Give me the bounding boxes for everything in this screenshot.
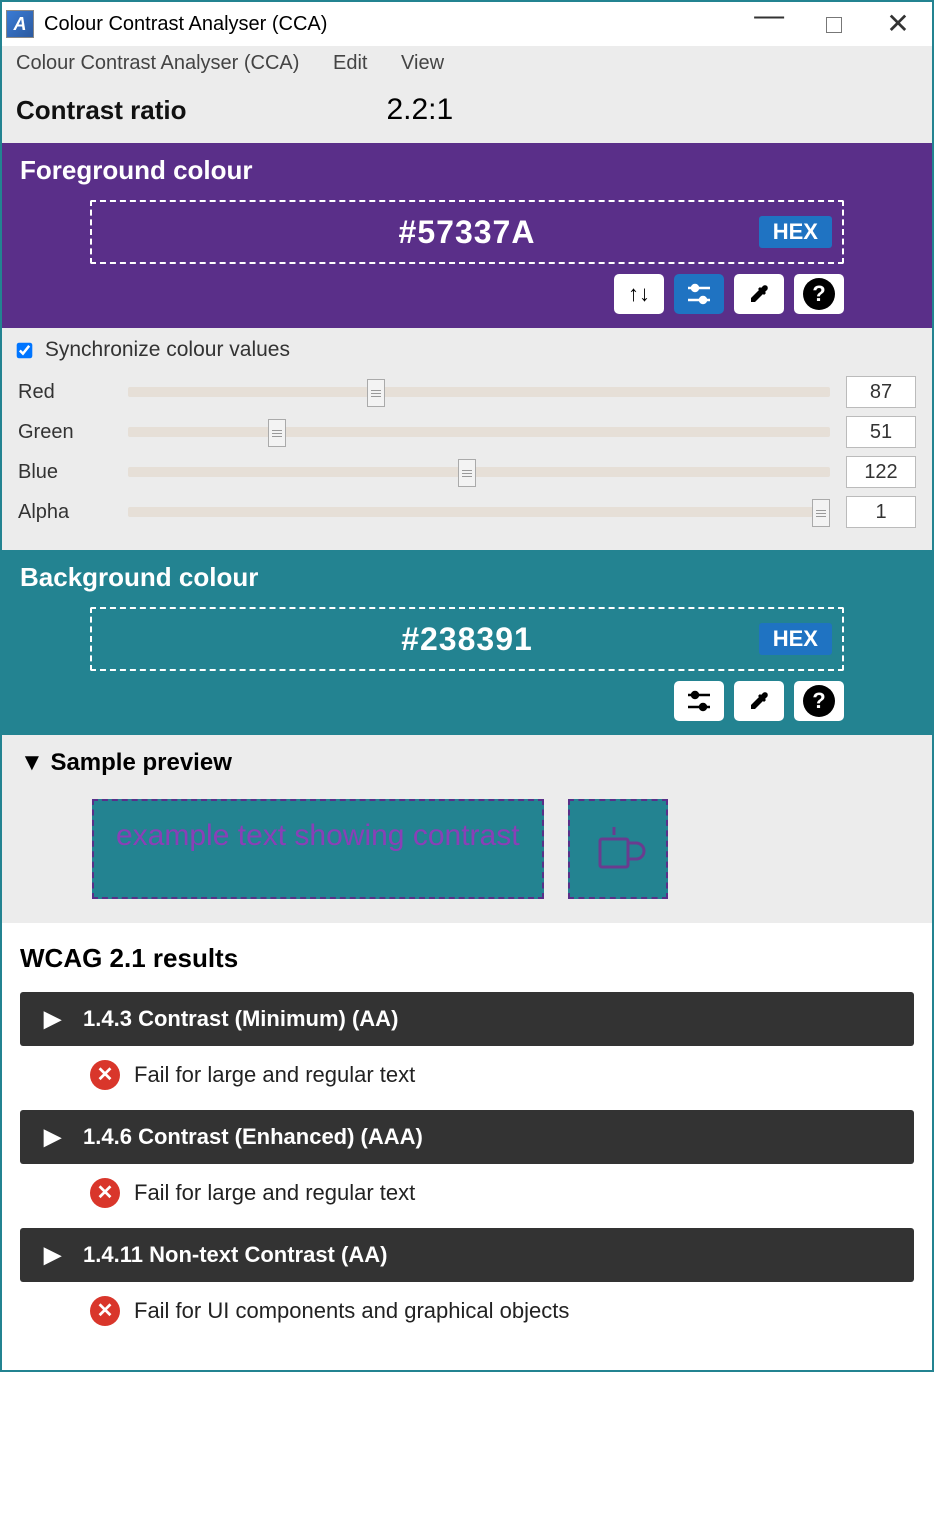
sliders-panel: Synchronize colour values Red 87 Green 5…: [2, 328, 932, 550]
preview-heading-text: Sample preview: [50, 749, 231, 776]
preview-section: ▼ Sample preview example text showing co…: [2, 735, 932, 923]
menu-view[interactable]: View: [401, 52, 444, 74]
background-format-toggle[interactable]: HEX: [759, 623, 832, 655]
result-header-1-4-11[interactable]: ▶ 1.4.11 Non-text Contrast (AA): [20, 1228, 914, 1282]
slider-label-red: Red: [18, 381, 128, 404]
fail-icon: ✕: [90, 1296, 120, 1326]
maximize-button[interactable]: [804, 16, 864, 39]
slider-alpha[interactable]: [128, 507, 830, 517]
window-controls: — ✕: [739, 7, 928, 41]
preview-toggle-icon: ▼: [20, 749, 44, 776]
help-icon: ?: [803, 278, 835, 310]
menubar: Colour Contrast Analyser (CCA) Edit View: [2, 46, 932, 81]
foreground-eyedropper-button[interactable]: [734, 274, 784, 314]
result-detail-text: Fail for large and regular text: [134, 1180, 415, 1206]
app-icon: A: [6, 10, 34, 38]
slider-value-green[interactable]: 51: [846, 416, 916, 448]
background-color-input[interactable]: #238391 HEX: [90, 607, 844, 671]
contrast-ratio-value: 2.2:1: [386, 93, 453, 127]
eyedropper-icon: [747, 689, 771, 713]
result-title: 1.4.6 Contrast (Enhanced) (AAA): [83, 1124, 423, 1149]
foreground-sliders-button[interactable]: [674, 274, 724, 314]
sliders-icon: [686, 283, 712, 305]
expand-icon: ▶: [44, 1006, 61, 1032]
results-section: WCAG 2.1 results ▶ 1.4.3 Contrast (Minim…: [2, 923, 932, 1370]
slider-red[interactable]: [128, 387, 830, 397]
result-title: 1.4.3 Contrast (Minimum) (AA): [83, 1006, 398, 1031]
menu-edit[interactable]: Edit: [333, 52, 367, 74]
foreground-format-toggle[interactable]: HEX: [759, 216, 832, 248]
result-header-1-4-6[interactable]: ▶ 1.4.6 Contrast (Enhanced) (AAA): [20, 1110, 914, 1164]
foreground-buttons: ↑↓ ?: [20, 274, 914, 314]
sliders-icon: [686, 690, 712, 712]
slider-label-green: Green: [18, 421, 128, 444]
sync-label: Synchronize colour values: [45, 338, 290, 361]
slider-blue[interactable]: [128, 467, 830, 477]
result-detail-1-4-11: ✕ Fail for UI components and graphical o…: [20, 1282, 914, 1340]
slider-row-alpha: Alpha 1: [18, 492, 916, 532]
swap-button[interactable]: ↑↓: [614, 274, 664, 314]
background-sliders-button[interactable]: [674, 681, 724, 721]
foreground-heading: Foreground colour: [20, 155, 914, 186]
background-eyedropper-button[interactable]: [734, 681, 784, 721]
result-detail-text: Fail for UI components and graphical obj…: [134, 1298, 569, 1324]
preview-icon-sample: [568, 799, 668, 899]
contrast-ratio-bar: Contrast ratio 2.2:1: [2, 81, 932, 143]
results-heading: WCAG 2.1 results: [20, 943, 914, 974]
fail-icon: ✕: [90, 1060, 120, 1090]
titlebar: A Colour Contrast Analyser (CCA) — ✕: [2, 2, 932, 46]
result-detail-1-4-3: ✕ Fail for large and regular text: [20, 1046, 914, 1104]
background-buttons: ?: [20, 681, 914, 721]
menu-app[interactable]: Colour Contrast Analyser (CCA): [16, 52, 299, 74]
result-detail-text: Fail for large and regular text: [134, 1062, 415, 1088]
close-button[interactable]: ✕: [868, 7, 928, 40]
background-panel: Background colour #238391 HEX ?: [2, 550, 932, 735]
slider-row-green: Green 51: [18, 412, 916, 452]
preview-text-sample: example text showing contrast: [92, 799, 544, 899]
contrast-ratio-label: Contrast ratio: [16, 95, 186, 126]
sync-checkbox[interactable]: [17, 343, 33, 359]
result-header-1-4-3[interactable]: ▶ 1.4.3 Contrast (Minimum) (AA): [20, 992, 914, 1046]
preview-row: example text showing contrast: [92, 799, 914, 899]
foreground-color-input[interactable]: #57337A HEX: [90, 200, 844, 264]
preview-heading[interactable]: ▼ Sample preview: [20, 749, 914, 777]
swap-icon: ↑↓: [628, 281, 650, 307]
help-icon: ?: [803, 685, 835, 717]
slider-value-blue[interactable]: 122: [846, 456, 916, 488]
expand-icon: ▶: [44, 1124, 61, 1150]
foreground-panel: Foreground colour #57337A HEX ↑↓ ?: [2, 143, 932, 328]
cup-icon: [590, 821, 646, 877]
expand-icon: ▶: [44, 1242, 61, 1268]
foreground-hex-value: #57337A: [399, 214, 536, 251]
slider-green[interactable]: [128, 427, 830, 437]
slider-label-blue: Blue: [18, 461, 128, 484]
background-hex-value: #238391: [401, 621, 533, 658]
slider-label-alpha: Alpha: [18, 501, 128, 524]
background-help-button[interactable]: ?: [794, 681, 844, 721]
foreground-help-button[interactable]: ?: [794, 274, 844, 314]
slider-row-blue: Blue 122: [18, 452, 916, 492]
result-title: 1.4.11 Non-text Contrast (AA): [83, 1242, 387, 1267]
slider-value-red[interactable]: 87: [846, 376, 916, 408]
slider-value-alpha[interactable]: 1: [846, 496, 916, 528]
eyedropper-icon: [747, 282, 771, 306]
result-detail-1-4-6: ✕ Fail for large and regular text: [20, 1164, 914, 1222]
minimize-button[interactable]: —: [739, 0, 799, 33]
fail-icon: ✕: [90, 1178, 120, 1208]
sync-row: Synchronize colour values: [18, 338, 916, 362]
background-heading: Background colour: [20, 562, 914, 593]
slider-row-red: Red 87: [18, 372, 916, 412]
window-title: Colour Contrast Analyser (CCA): [44, 13, 739, 36]
